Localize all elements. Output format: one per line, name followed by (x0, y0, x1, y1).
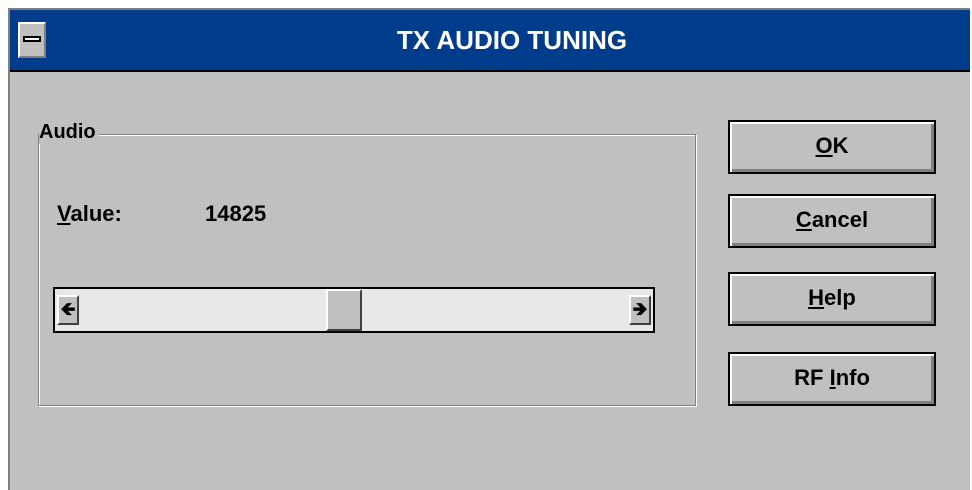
left-arrow-icon: 🡸 (60, 299, 76, 319)
ok-button[interactable]: OK (728, 120, 936, 174)
audio-group-box: Audio Value: 14825 🡸 🡺 (38, 121, 696, 406)
value-readout: 14825 (205, 201, 267, 226)
system-menu-button[interactable] (18, 22, 46, 58)
ok-label: K (832, 133, 849, 158)
cancel-label: ancel (811, 207, 869, 232)
cancel-mnemonic: C (795, 207, 812, 232)
cancel-button[interactable]: Cancel (728, 194, 936, 248)
title-bar[interactable]: TX AUDIO TUNING (10, 10, 970, 72)
help-label: elp (824, 285, 856, 310)
right-arrow-icon: 🡺 (632, 299, 648, 319)
scroll-right-button[interactable]: 🡺 (629, 295, 651, 325)
scroll-left-button[interactable]: 🡸 (57, 295, 79, 325)
system-menu-icon (23, 36, 41, 42)
rf-info-button[interactable]: RF Info (728, 352, 936, 406)
rf-info-prefix: RF (794, 365, 830, 390)
audio-scrollbar[interactable]: 🡸 🡺 (53, 287, 655, 333)
help-button[interactable]: Help (728, 272, 936, 326)
rf-info-label: nfo (835, 365, 870, 390)
tx-audio-tuning-dialog: TX AUDIO TUNING Audio Value: 14825 🡸 🡺 O… (8, 8, 970, 490)
window-title: TX AUDIO TUNING (396, 25, 628, 55)
ok-mnemonic: O (815, 133, 833, 158)
value-label: Value: (57, 201, 122, 227)
value-label-mnemonic: V (57, 201, 71, 226)
value-label-text: alue: (70, 201, 122, 226)
audio-group-label: Audio (39, 121, 99, 144)
help-mnemonic: H (808, 285, 825, 310)
scroll-thumb[interactable] (325, 289, 362, 331)
